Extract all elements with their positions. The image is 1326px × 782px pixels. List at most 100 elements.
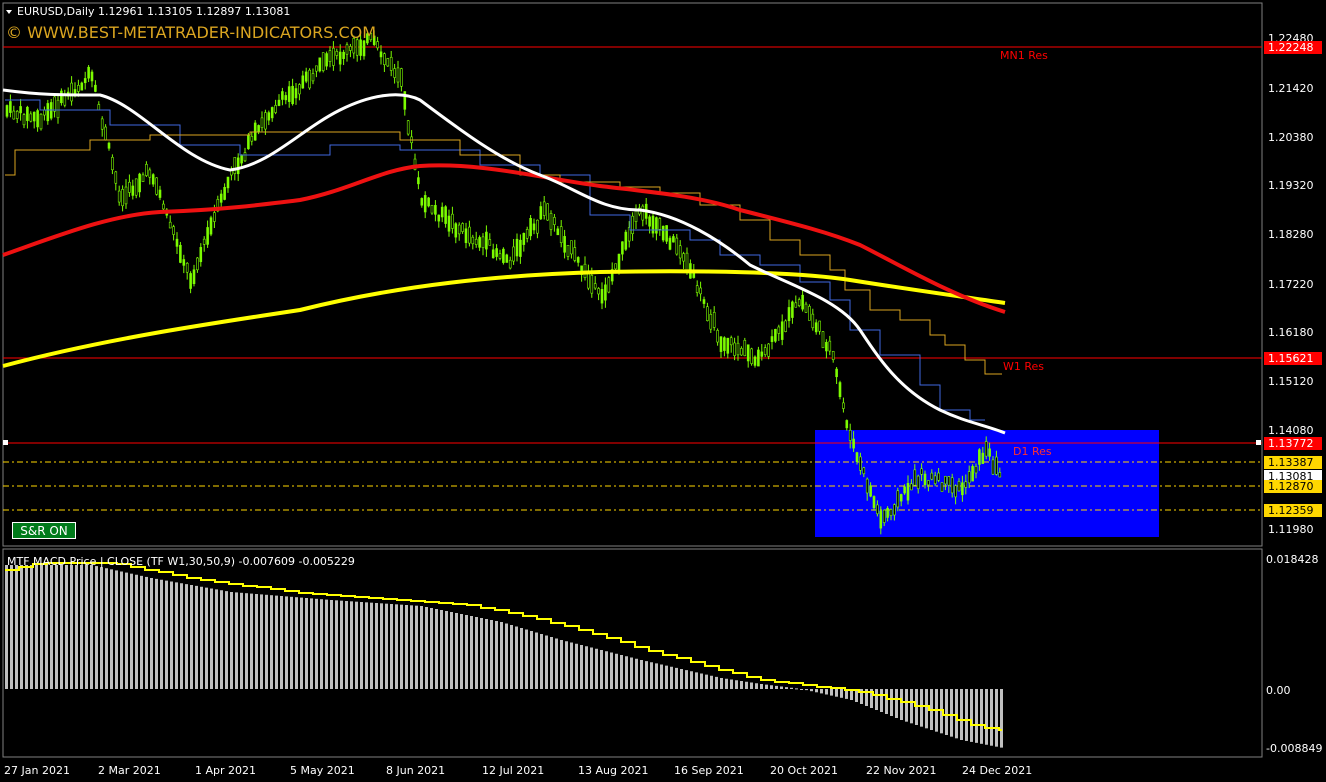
macd-histogram-bar: [575, 643, 578, 689]
macd-histogram-bar: [785, 687, 788, 689]
sr-toggle-button[interactable]: S&R ON: [12, 522, 76, 539]
macd-histogram-bar: [475, 617, 478, 689]
macd-histogram: [5, 565, 1003, 748]
macd-histogram-bar: [760, 684, 763, 689]
candle-body: [434, 205, 437, 215]
macd-histogram-bar: [660, 664, 663, 689]
candle-body: [359, 39, 362, 56]
candle-body: [77, 85, 80, 92]
candle-body: [219, 193, 223, 203]
time-tick: 24 Dec 2021: [962, 764, 1032, 777]
price-tick: 1.19320: [1268, 179, 1314, 192]
line-handle[interactable]: [1256, 440, 1261, 445]
candle-body: [376, 41, 379, 49]
candle-body: [519, 239, 522, 257]
candle-body: [22, 114, 26, 126]
candle-body: [447, 215, 451, 232]
macd-histogram-bar: [560, 640, 563, 689]
candle-body: [913, 469, 917, 486]
macd-histogram-bar: [25, 565, 28, 689]
macd-histogram-bar: [190, 585, 193, 689]
macd-histogram-bar: [630, 657, 633, 689]
macd-histogram-bar: [545, 635, 548, 689]
macd-histogram-bar: [70, 565, 73, 689]
candle-body: [859, 456, 862, 471]
candle-body: [706, 306, 709, 321]
macd-histogram-bar: [290, 596, 293, 689]
price-tick: 1.11980: [1268, 523, 1314, 536]
candle-body: [930, 472, 934, 480]
candle-body: [124, 186, 128, 205]
macd-histogram-bar: [615, 653, 618, 689]
macd-histogram-bar: [375, 603, 378, 689]
macd-histogram-bar: [180, 583, 183, 689]
candle-body: [835, 368, 838, 378]
macd-histogram-bar: [810, 689, 813, 692]
candle-body: [974, 466, 978, 474]
candle-body: [991, 459, 995, 475]
candle-body: [889, 509, 893, 516]
macd-histogram-bar: [365, 602, 368, 689]
candle-body: [189, 273, 192, 289]
candle-body: [801, 294, 804, 310]
line-handle[interactable]: [3, 440, 8, 445]
candle-body: [753, 356, 757, 366]
macd-histogram-bar: [950, 689, 953, 737]
candle-body: [995, 456, 998, 475]
macd-histogram-bar: [455, 613, 458, 689]
macd-histogram-bar: [775, 685, 778, 689]
candle-body: [559, 226, 563, 243]
candle-body: [114, 171, 118, 184]
candle-body: [842, 402, 845, 409]
chart-canvas[interactable]: MN1 Res W1 Res D1 Res EURUSD,Daily 1.129…: [0, 0, 1326, 782]
dropdown-triangle-icon[interactable]: [6, 10, 12, 14]
candle-body: [593, 283, 597, 289]
candle-body: [607, 277, 611, 293]
candle-body: [202, 238, 206, 245]
macd-histogram-bar: [780, 686, 783, 689]
macd-histogram-bar: [580, 645, 583, 689]
candle-body: [566, 245, 570, 257]
candle-body: [335, 50, 339, 56]
candle-body: [454, 223, 458, 238]
candle-body: [733, 342, 736, 356]
macd-histogram-bar: [10, 565, 13, 689]
macd-histogram-bar: [695, 672, 698, 689]
candle-body: [338, 51, 342, 65]
candle-body: [944, 476, 947, 485]
macd-histogram-bar: [925, 689, 928, 729]
candle-body: [502, 248, 505, 263]
candle-body: [896, 490, 900, 508]
candle-body: [927, 480, 930, 486]
macd-histogram-bar: [795, 688, 798, 690]
candle-body: [491, 249, 495, 259]
candle-body: [814, 322, 818, 333]
candle-body: [26, 106, 29, 121]
macd-histogram-bar: [350, 601, 353, 689]
macd-histogram-bar: [35, 565, 38, 689]
candle-body: [175, 238, 179, 247]
candle-body: [794, 302, 798, 308]
macd-histogram-bar: [230, 592, 233, 689]
macd-histogram-bar: [680, 669, 683, 689]
candle-body: [270, 107, 274, 119]
macd-histogram-bar: [125, 572, 128, 689]
price-tick: 1.15120: [1268, 375, 1314, 388]
macd-histogram-bar: [755, 683, 758, 689]
candle-body: [427, 197, 430, 207]
candle-body: [668, 237, 672, 250]
candle-body: [821, 331, 825, 349]
candle-body: [60, 90, 63, 104]
macd-histogram-bar: [345, 601, 348, 689]
macd-histogram-bar: [505, 623, 508, 689]
candle-body: [549, 213, 553, 230]
candle-body: [386, 58, 390, 67]
macd-histogram-bar: [425, 607, 428, 689]
macd-histogram-bar: [165, 580, 168, 689]
macd-histogram-bar: [945, 689, 948, 735]
candle-body: [420, 198, 424, 206]
candle-body: [920, 468, 923, 475]
macd-histogram-bar: [875, 689, 878, 710]
candle-body: [498, 253, 502, 259]
candle-body: [430, 204, 434, 214]
